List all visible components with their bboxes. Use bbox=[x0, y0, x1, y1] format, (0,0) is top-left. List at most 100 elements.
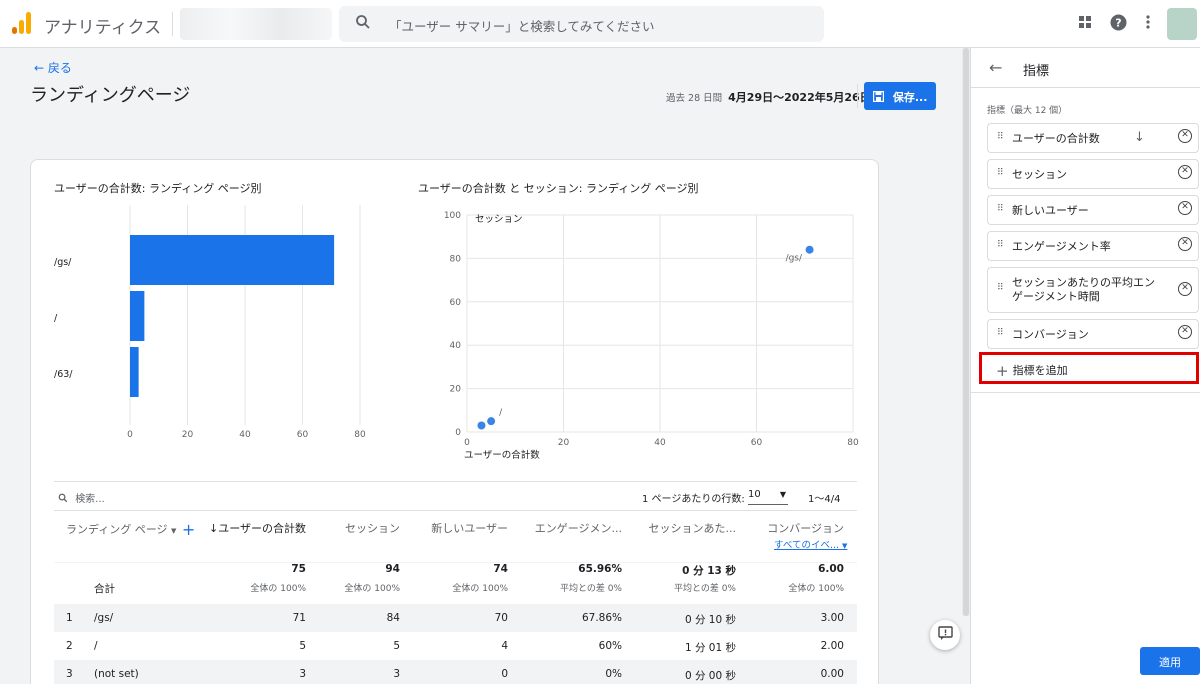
metric-label: 新しいユーザー bbox=[1012, 204, 1089, 217]
column-header-total-users[interactable]: ↓ユーザーの合計数 bbox=[208, 520, 306, 536]
metric-chip[interactable]: ⠿ セッション ✕ bbox=[987, 159, 1199, 189]
table-search-placeholder: 検索... bbox=[75, 494, 105, 505]
row-cell: 70 bbox=[494, 612, 508, 624]
account-selector[interactable] bbox=[180, 8, 332, 40]
avatar[interactable] bbox=[1167, 8, 1197, 40]
back-link[interactable]: ← 戻る bbox=[34, 59, 72, 76]
column-header-new-users[interactable]: 新しいユーザー bbox=[410, 520, 508, 536]
total-value: 75 bbox=[291, 563, 306, 575]
scatter-point bbox=[805, 245, 814, 254]
row-index: 2 bbox=[66, 640, 73, 652]
y-tick-label: 20 bbox=[450, 385, 462, 395]
conversion-event-selector[interactable]: すべてのイベ... ▼ bbox=[774, 537, 847, 551]
y-tick-label: 40 bbox=[450, 341, 462, 351]
row-cell: 1 分 01 秒 bbox=[684, 642, 736, 654]
search-box[interactable]: 「ユーザー サマリー」と検索してみてください bbox=[339, 6, 824, 42]
x-tick-label: 20 bbox=[182, 430, 194, 440]
more-vert-icon[interactable] bbox=[1142, 14, 1154, 34]
date-range-picker[interactable]: 過去 28 日間 4月29日～2022年5月26日 bbox=[666, 89, 871, 105]
category-label: / bbox=[54, 313, 58, 324]
table-body: 1/gs/71 84 70 67.86% 0 分 10 秒 3.00 2 / 5 5 4 60% 1 分… bbox=[54, 604, 857, 684]
help-icon[interactable]: ? bbox=[1110, 14, 1127, 35]
x-axis-label: ユーザーの合計数 bbox=[464, 449, 540, 461]
scrollbar-thumb[interactable] bbox=[963, 48, 969, 616]
row-page: (not set) bbox=[94, 668, 139, 680]
rows-per-page-label: 1 ページあたりの行数: bbox=[642, 494, 745, 505]
table-row[interactable]: 2 / 5 5 4 60% 1 分 01 秒 2.00 bbox=[54, 632, 857, 660]
row-cell: 60% bbox=[598, 640, 622, 652]
metrics-panel-header: ← 指標 bbox=[971, 48, 1200, 88]
arrow-back-icon[interactable]: ← bbox=[989, 58, 1002, 77]
rows-per-page-value: 10 bbox=[748, 489, 761, 500]
column-header-sessions[interactable]: セッション bbox=[316, 520, 400, 536]
save-button[interactable]: 保存... bbox=[864, 82, 936, 110]
add-metric-button[interactable]: + 指標を追加 bbox=[979, 352, 1199, 384]
metric-chip[interactable]: ⠿ エンゲージメント率 ✕ bbox=[987, 231, 1199, 261]
metric-chip[interactable]: ⠿ セッションあたりの平均エンゲージメント時間 ✕ bbox=[987, 267, 1199, 313]
column-header-engagement[interactable]: エンゲージメン... bbox=[518, 520, 622, 536]
metric-chip[interactable]: ⠿ 新しいユーザー ✕ bbox=[987, 195, 1199, 225]
add-dimension-icon[interactable]: + bbox=[182, 520, 195, 539]
main-content: ← 戻る ランディングページ 過去 28 日間 4月29日～2022年5月26日 … bbox=[0, 48, 962, 684]
table-total-row: 合計 75 全体の 100% 94 全体の 100% 74 全体の 100% 65.96% 平均… bbox=[54, 563, 857, 604]
remove-metric-icon[interactable]: ✕ bbox=[1178, 165, 1192, 179]
date-period: 過去 28 日間 bbox=[666, 93, 723, 104]
row-index: 1 bbox=[66, 612, 73, 624]
back-label: 戻る bbox=[47, 61, 72, 75]
metric-label: セッション bbox=[1012, 168, 1067, 181]
table-row[interactable]: 1/gs/71 84 70 67.86% 0 分 10 秒 3.00 bbox=[54, 604, 857, 632]
total-value: 94 bbox=[385, 563, 400, 575]
y-axis-label: セッション bbox=[475, 214, 523, 225]
row-cell: 0% bbox=[605, 668, 622, 680]
drag-handle-icon[interactable]: ⠿ bbox=[997, 204, 1004, 214]
total-value: 6.00 bbox=[818, 563, 844, 575]
x-tick-label: 60 bbox=[751, 438, 763, 448]
column-header-conversions[interactable]: コンバージョン bbox=[746, 520, 844, 536]
scatter-chart-title: ユーザーの合計数 と セッション: ランディング ページ別 bbox=[418, 182, 699, 195]
plus-icon: + bbox=[996, 362, 1009, 380]
total-value: 0 分 13 秒 bbox=[682, 565, 736, 577]
y-tick-label: 100 bbox=[444, 211, 461, 221]
x-tick-label: 40 bbox=[239, 430, 251, 440]
point-label: / bbox=[499, 408, 503, 418]
remove-metric-icon[interactable]: ✕ bbox=[1178, 325, 1192, 339]
column-header-session-avg[interactable]: セッションあた... bbox=[632, 520, 737, 536]
apply-button[interactable]: 適用 bbox=[1140, 647, 1200, 675]
divider bbox=[172, 12, 173, 36]
apps-grid-icon[interactable] bbox=[1077, 14, 1093, 34]
metric-chip[interactable]: ⠿ ユーザーの合計数 ↓ ✕ bbox=[987, 123, 1199, 153]
remove-metric-icon[interactable]: ✕ bbox=[1178, 237, 1192, 251]
drag-handle-icon[interactable]: ⠿ bbox=[997, 328, 1004, 338]
row-cell: 67.86% bbox=[581, 612, 622, 624]
y-tick-label: 80 bbox=[450, 254, 462, 264]
bar-chart: 0 20 40 60 80/gs/ / /63/ bbox=[54, 205, 366, 440]
drag-handle-icon[interactable]: ⠿ bbox=[997, 132, 1004, 142]
drag-handle-icon[interactable]: ⠿ bbox=[997, 168, 1004, 178]
y-tick-label: 0 bbox=[455, 428, 461, 438]
analytics-logo-icon[interactable] bbox=[12, 12, 32, 34]
total-value: 65.96% bbox=[578, 563, 622, 575]
row-cell: 0 bbox=[501, 668, 508, 680]
drag-handle-icon[interactable]: ⠿ bbox=[997, 283, 1004, 293]
drag-handle-icon[interactable]: ⠿ bbox=[997, 240, 1004, 250]
scatter-point bbox=[477, 421, 486, 430]
table-search[interactable]: 検索... bbox=[58, 490, 105, 505]
metric-chip[interactable]: ⠿ コンバージョン ✕ bbox=[987, 319, 1199, 349]
arrow-left-icon: ← bbox=[34, 61, 45, 75]
remove-metric-icon[interactable]: ✕ bbox=[1178, 201, 1192, 215]
top-bar: アナリティクス 「ユーザー サマリー」と検索してみてください ? bbox=[0, 0, 1200, 48]
remove-metric-icon[interactable]: ✕ bbox=[1178, 282, 1192, 296]
table-row[interactable]: 3 (not set) 3 3 0 0% 0 分 00 秒 0.00 bbox=[54, 660, 857, 684]
search-icon bbox=[355, 14, 371, 34]
bar-chart-title: ユーザーの合計数: ランディング ページ別 bbox=[54, 182, 262, 195]
bar bbox=[130, 291, 145, 341]
feedback-button[interactable] bbox=[930, 620, 960, 650]
remove-metric-icon[interactable]: ✕ bbox=[1178, 129, 1192, 143]
total-sub: 全体の 100% bbox=[452, 584, 508, 594]
rows-per-page-select[interactable]: 10 ▼ bbox=[748, 487, 788, 505]
category-label: /gs/ bbox=[54, 257, 72, 268]
bar bbox=[130, 235, 335, 285]
dimension-header[interactable]: ランディング ページ ▼ + bbox=[66, 520, 195, 539]
row-cell: 0 分 00 秒 bbox=[684, 670, 736, 682]
x-tick-label: 80 bbox=[847, 438, 859, 448]
